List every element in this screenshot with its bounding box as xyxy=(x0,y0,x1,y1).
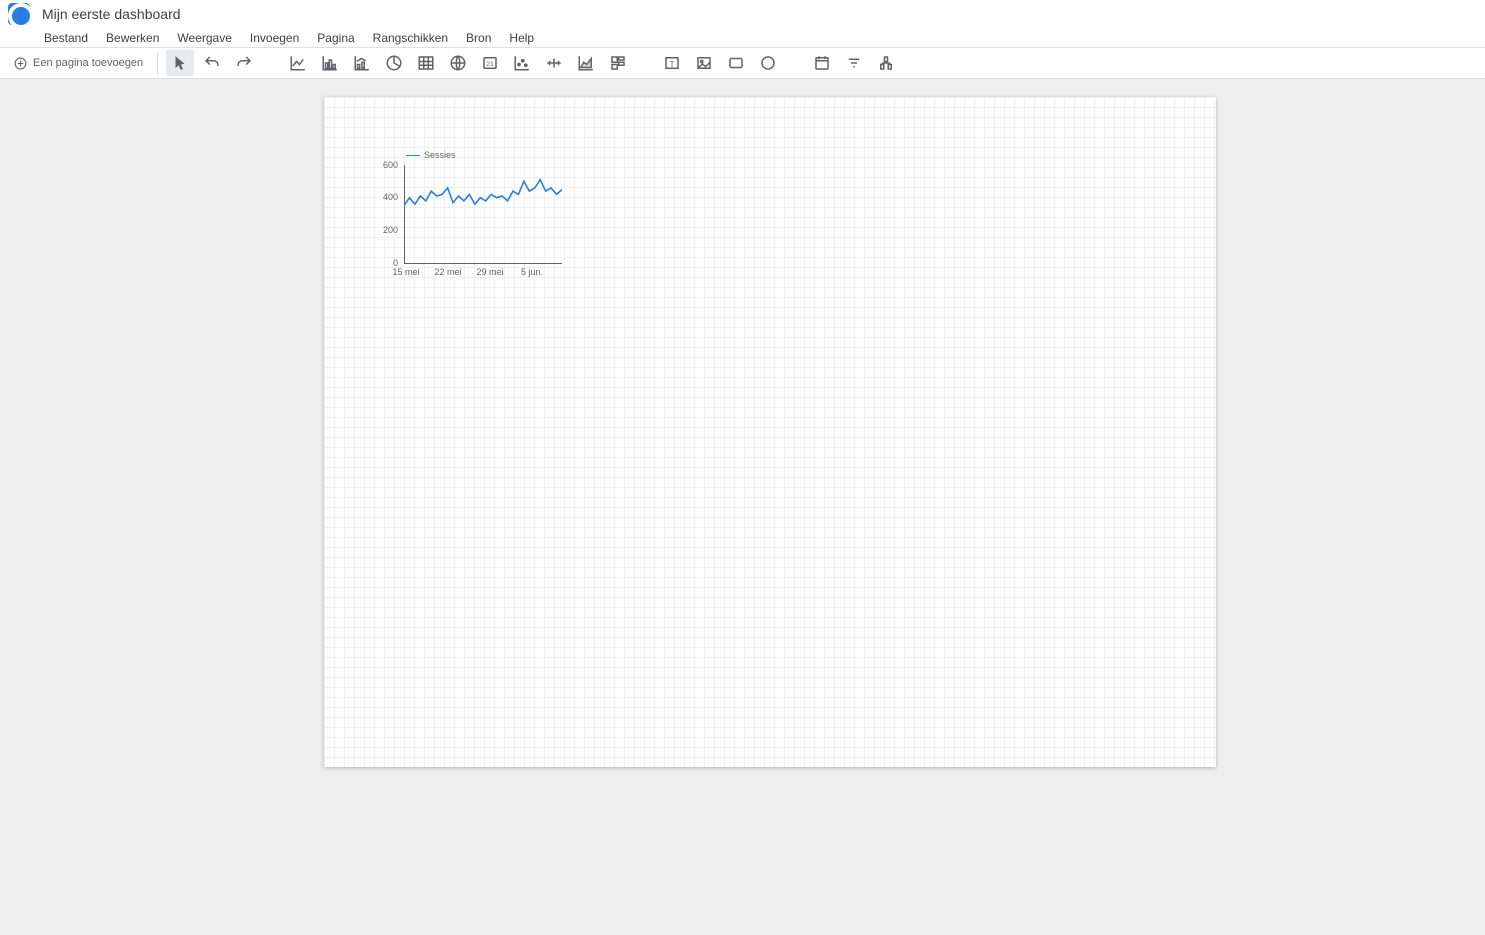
scorecard-button[interactable]: 21 xyxy=(476,50,504,76)
chart-plot-area: 600 400 200 0 15 mei 22 mei 29 mei 5 jun… xyxy=(382,165,562,285)
text-icon: T xyxy=(663,54,681,72)
table-icon xyxy=(417,54,435,72)
data-control-icon xyxy=(877,54,895,72)
text-tool[interactable]: T xyxy=(658,50,686,76)
circle-icon xyxy=(759,54,777,72)
undo-button[interactable] xyxy=(198,50,226,76)
plus-circle-icon xyxy=(14,57,27,70)
x-tick: 22 mei xyxy=(434,267,461,277)
menu-source[interactable]: Bron xyxy=(466,31,491,45)
app-logo xyxy=(8,3,30,25)
menu-bar: Bestand Bewerken Weergave Invoegen Pagin… xyxy=(0,28,1485,48)
menu-edit[interactable]: Bewerken xyxy=(106,31,159,45)
date-range-tool[interactable] xyxy=(808,50,836,76)
redo-icon xyxy=(235,54,253,72)
time-series-chart[interactable]: Sessies 600 400 200 0 15 mei 22 mei 29 m… xyxy=(382,145,582,285)
menu-help[interactable]: Help xyxy=(509,31,534,45)
x-axis xyxy=(404,263,562,264)
select-tool[interactable] xyxy=(166,50,194,76)
toolbar: Een pagina toevoegen 21 xyxy=(0,48,1485,79)
pie-chart-button[interactable] xyxy=(380,50,408,76)
scorecard-icon: 21 xyxy=(481,54,499,72)
chart-legend: Sessies xyxy=(406,150,456,160)
legend-label: Sessies xyxy=(424,150,456,160)
table-chart-button[interactable] xyxy=(412,50,440,76)
combo-chart-button[interactable] xyxy=(348,50,376,76)
circle-tool[interactable] xyxy=(754,50,782,76)
x-tick: 5 jun. xyxy=(521,267,543,277)
bullet-chart-button[interactable] xyxy=(540,50,568,76)
menu-view[interactable]: Weergave xyxy=(177,31,231,45)
time-series-chart-button[interactable] xyxy=(284,50,312,76)
add-page-label: Een pagina toevoegen xyxy=(33,57,143,69)
pointer-icon xyxy=(171,54,189,72)
globe-icon xyxy=(449,54,467,72)
calendar-icon xyxy=(813,54,831,72)
area-chart-icon xyxy=(577,54,595,72)
report-page[interactable]: Sessies 600 400 200 0 15 mei 22 mei 29 m… xyxy=(324,97,1216,767)
rectangle-icon xyxy=(727,54,745,72)
separator xyxy=(157,52,158,74)
y-tick: 200 xyxy=(368,225,398,235)
document-title[interactable]: Mijn eerste dashboard xyxy=(42,6,181,22)
chart-line xyxy=(404,165,562,263)
pie-chart-icon xyxy=(385,54,403,72)
filter-icon xyxy=(845,54,863,72)
scatter-chart-button[interactable] xyxy=(508,50,536,76)
legend-line-icon xyxy=(406,155,420,156)
undo-icon xyxy=(203,54,221,72)
bullet-icon xyxy=(545,54,563,72)
menu-insert[interactable]: Invoegen xyxy=(250,31,299,45)
x-tick: 29 mei xyxy=(476,267,503,277)
redo-button[interactable] xyxy=(230,50,258,76)
image-tool[interactable] xyxy=(690,50,718,76)
bar-chart-icon xyxy=(321,54,339,72)
svg-text:21: 21 xyxy=(486,61,494,68)
menu-arrange[interactable]: Rangschikken xyxy=(373,31,448,45)
filter-tool[interactable] xyxy=(840,50,868,76)
scatter-icon xyxy=(513,54,531,72)
bar-chart-button[interactable] xyxy=(316,50,344,76)
add-page-button[interactable]: Een pagina toevoegen xyxy=(8,53,149,74)
menu-page[interactable]: Pagina xyxy=(317,31,354,45)
combo-chart-icon xyxy=(353,54,371,72)
canvas-area[interactable]: Sessies 600 400 200 0 15 mei 22 mei 29 m… xyxy=(0,79,1485,935)
area-chart-button[interactable] xyxy=(572,50,600,76)
geo-chart-button[interactable] xyxy=(444,50,472,76)
menu-file[interactable]: Bestand xyxy=(44,31,88,45)
y-tick: 400 xyxy=(368,192,398,202)
pivot-icon xyxy=(609,54,627,72)
header: Mijn eerste dashboard xyxy=(0,0,1485,28)
x-tick: 15 mei xyxy=(392,267,419,277)
image-icon xyxy=(695,54,713,72)
svg-text:T: T xyxy=(670,60,675,69)
y-tick: 600 xyxy=(368,160,398,170)
rectangle-tool[interactable] xyxy=(722,50,750,76)
pivot-table-button[interactable] xyxy=(604,50,632,76)
data-control-tool[interactable] xyxy=(872,50,900,76)
line-chart-icon xyxy=(289,54,307,72)
